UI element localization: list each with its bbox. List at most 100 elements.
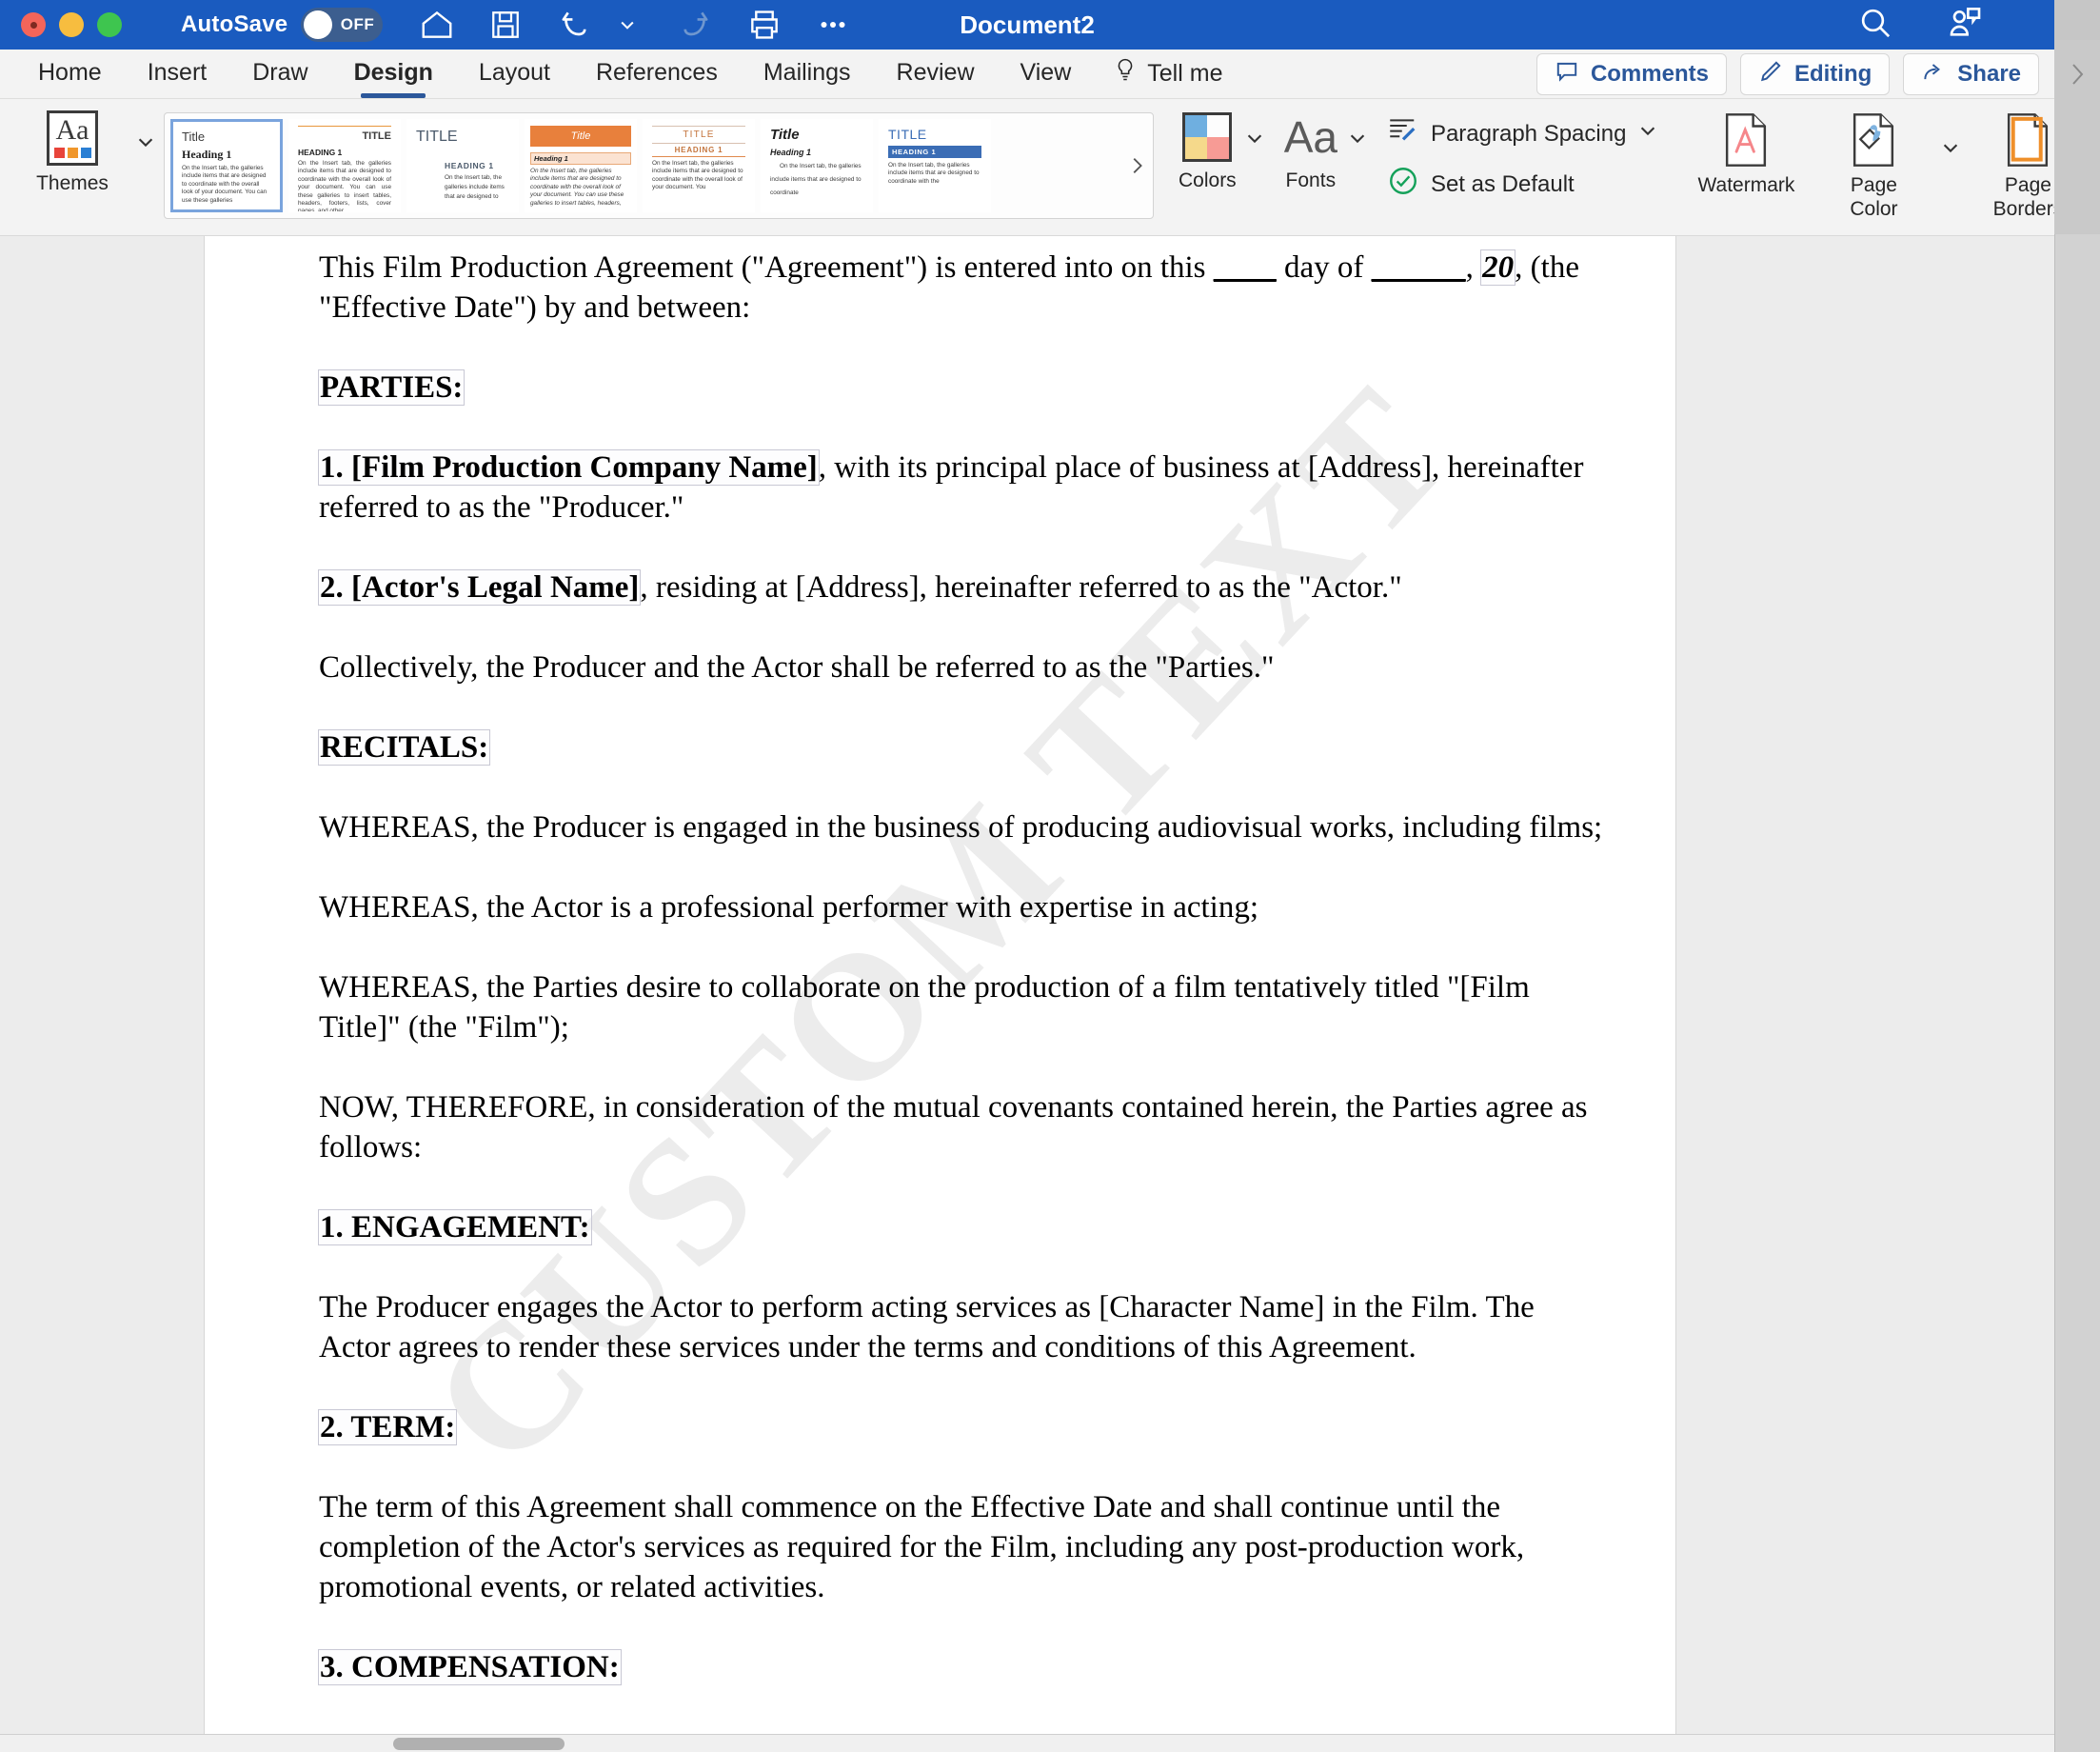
content-control-heading-term[interactable]: 2. TERM:: [317, 1409, 458, 1445]
content-control-year[interactable]: 20: [1480, 249, 1516, 286]
colors-chevron-down-icon[interactable]: [1244, 128, 1265, 149]
paragraph-engagement-heading[interactable]: 1. ENGAGEMENT:: [318, 1207, 1611, 1247]
editing-button[interactable]: Editing: [1739, 53, 1891, 95]
content-control-company-name[interactable]: 1. [Film Production Company Name]: [318, 449, 820, 486]
content-control-heading-engagement[interactable]: 1. ENGAGEMENT:: [318, 1209, 592, 1245]
content-control-actor-name[interactable]: 2. [Actor's Legal Name]: [317, 569, 642, 606]
paragraph-whereas-3[interactable]: WHEREAS, the Parties desire to collabora…: [319, 967, 1611, 1047]
account-chat-icon[interactable]: [1946, 4, 1984, 47]
background-window-strip: [2054, 0, 2100, 1752]
ribbon-collapse-chevron-right-icon[interactable]: [2060, 53, 2094, 95]
run-text: , residing at [Address], hereinafter ref…: [640, 570, 1402, 605]
watermark-button[interactable]: Watermark: [1685, 112, 1807, 197]
themes-button[interactable]: Aa Themes: [19, 110, 126, 195]
style-gallery-item-6[interactable]: Title Heading 1 On the Insert tab, the g…: [761, 119, 873, 212]
paragraph-term-heading[interactable]: 2. TERM:: [317, 1407, 1611, 1447]
content-control-heading-compensation[interactable]: 3. COMPENSATION:: [318, 1649, 622, 1685]
paragraph-spacing-chevron-down-icon[interactable]: [1637, 120, 1658, 148]
horizontal-scrollbar[interactable]: [0, 1734, 2054, 1752]
themes-label: Themes: [36, 172, 109, 194]
paragraph-spacing-button[interactable]: Paragraph Spacing: [1387, 116, 1658, 151]
autosave-control[interactable]: AutoSave OFF: [181, 8, 384, 42]
paragraph-whereas-1[interactable]: WHEREAS, the Producer is engaged in the …: [319, 807, 1611, 847]
style-accent-rule: [298, 126, 391, 127]
paragraph-spacing-label: Paragraph Spacing: [1430, 120, 1627, 147]
undo-dropdown-chevron-icon[interactable]: [607, 5, 647, 45]
blank-field-month[interactable]: ______: [1372, 250, 1466, 285]
document-body-text[interactable]: This Film Production Agreement ("Agreeme…: [205, 248, 1675, 1687]
tell-me-button[interactable]: Tell me: [1094, 50, 1241, 99]
style-gallery-item-7[interactable]: TITLE HEADING 1 On the Insert tab, the g…: [879, 119, 991, 212]
paragraph-parties-heading[interactable]: PARTIES:: [317, 368, 1611, 408]
home-icon[interactable]: [417, 5, 457, 45]
content-control-heading-recitals[interactable]: RECITALS:: [317, 729, 491, 766]
themes-chevron-down-icon[interactable]: [135, 131, 156, 152]
document-canvas[interactable]: CUSTOM TEXT This Film Production Agreeme…: [0, 236, 2054, 1734]
swatch-blue: [80, 148, 91, 158]
tab-references[interactable]: References: [573, 50, 741, 99]
paragraph-whereas-2[interactable]: WHEREAS, the Actor is a professional per…: [319, 887, 1611, 927]
share-icon: [1921, 59, 1946, 90]
horizontal-scrollbar-thumb[interactable]: [393, 1738, 565, 1750]
style-title: TITLE: [416, 129, 458, 145]
style-title: Title: [182, 129, 206, 144]
style-gallery-item-3[interactable]: TITLE HEADING 1 On the Insert tab, the g…: [406, 119, 519, 212]
tab-view[interactable]: View: [998, 50, 1095, 99]
print-icon[interactable]: [744, 5, 784, 45]
more-options-icon[interactable]: [813, 5, 853, 45]
autosave-state-label: OFF: [340, 15, 375, 33]
redo-icon: [676, 5, 716, 45]
content-control-heading-parties[interactable]: PARTIES:: [317, 369, 466, 406]
style-title: TITLE: [888, 127, 927, 142]
paragraph-now-therefore[interactable]: NOW, THEREFORE, in consideration of the …: [319, 1087, 1611, 1167]
page-color-label-line1: Page: [1850, 174, 1897, 196]
style-gallery-item-1[interactable]: Title Heading 1 On the Insert tab, the g…: [170, 119, 283, 212]
blank-field-day[interactable]: ____: [1214, 250, 1277, 285]
tab-review[interactable]: Review: [874, 50, 998, 99]
paragraph-intro[interactable]: This Film Production Agreement ("Agreeme…: [319, 248, 1611, 328]
page-color-button[interactable]: Page Color: [1813, 112, 1934, 221]
paint-bucket-page-icon: [1852, 112, 1895, 168]
tab-draw[interactable]: Draw: [229, 50, 330, 99]
tab-design[interactable]: Design: [331, 50, 456, 99]
tab-mailings[interactable]: Mailings: [741, 50, 874, 99]
minimize-window-button[interactable]: [59, 12, 84, 37]
style-gallery-item-4[interactable]: Title Heading 1 On the Insert tab, the g…: [525, 119, 637, 212]
paragraph-party-1[interactable]: 1. [Film Production Company Name], with …: [318, 448, 1611, 528]
style-gallery-next-chevron-right-icon[interactable]: [1124, 113, 1149, 218]
paragraph-term-body[interactable]: The term of this Agreement shall commenc…: [319, 1487, 1611, 1607]
background-window-titlebar: [2054, 0, 2100, 40]
share-button[interactable]: Share: [1903, 53, 2039, 95]
style-heading: HEADING 1: [888, 146, 981, 158]
paragraph-collectively[interactable]: Collectively, the Producer and the Actor…: [319, 647, 1611, 687]
fonts-button[interactable]: Aa Fonts: [1284, 112, 1337, 192]
close-window-button[interactable]: [21, 12, 46, 37]
page-color-chevron-down-icon[interactable]: [1940, 137, 1961, 158]
tab-layout[interactable]: Layout: [456, 50, 573, 99]
editing-label: Editing: [1793, 61, 1872, 87]
autosave-toggle[interactable]: OFF: [301, 8, 384, 42]
tab-insert[interactable]: Insert: [125, 50, 230, 99]
paragraph-engagement-body[interactable]: The Producer engages the Actor to perfor…: [319, 1287, 1611, 1367]
ribbon-tabs: Home Insert Draw Design Layout Reference…: [15, 50, 1241, 99]
colors-button[interactable]: Colors: [1179, 112, 1237, 192]
run-text: day of: [1276, 250, 1372, 285]
search-icon[interactable]: [1856, 4, 1894, 47]
paragraph-party-2[interactable]: 2. [Actor's Legal Name], residing at [Ad…: [317, 567, 1611, 607]
set-as-default-button[interactable]: Set as Default: [1387, 165, 1658, 204]
maximize-window-button[interactable]: [97, 12, 122, 37]
style-title: Title: [530, 126, 631, 147]
paragraph-compensation-heading[interactable]: 3. COMPENSATION:: [318, 1647, 1611, 1687]
style-body: On the Insert tab, the galleries include…: [530, 168, 624, 207]
tab-home[interactable]: Home: [15, 50, 125, 99]
style-gallery[interactable]: Title Heading 1 On the Insert tab, the g…: [164, 112, 1154, 219]
save-icon[interactable]: [485, 5, 525, 45]
quadrant-2: [1207, 115, 1230, 137]
paragraph-recitals-heading[interactable]: RECITALS:: [317, 727, 1611, 767]
document-page[interactable]: CUSTOM TEXT This Film Production Agreeme…: [205, 236, 1675, 1734]
comments-button[interactable]: Comments: [1535, 53, 1727, 95]
style-gallery-item-5[interactable]: TITLE HEADING 1 On the Insert tab, the g…: [643, 119, 755, 212]
undo-icon[interactable]: [554, 5, 594, 45]
fonts-chevron-down-icon[interactable]: [1347, 128, 1368, 149]
style-gallery-item-2[interactable]: TITLE HEADING 1 On the Insert tab, the g…: [288, 119, 401, 212]
